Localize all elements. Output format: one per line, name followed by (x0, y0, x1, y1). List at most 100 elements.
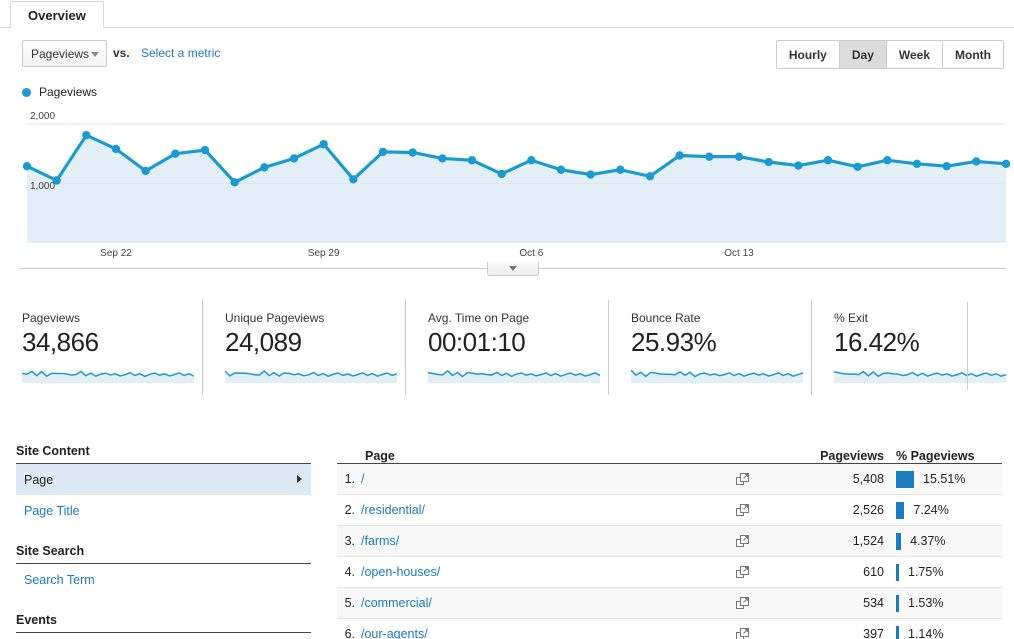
chart-data-point (794, 161, 803, 170)
select-a-metric-link[interactable]: Select a metric (141, 46, 220, 60)
open-in-new-window-icon[interactable] (736, 628, 749, 639)
pages-table: Page Pageviews % Pageviews 1. / 5,408 15.51… (337, 438, 1002, 639)
y-axis-tick-2000: 2,000 (30, 111, 56, 122)
pct-bar (896, 532, 902, 550)
pct-label: 7.24% (913, 503, 949, 517)
open-in-new-window-icon[interactable] (736, 504, 749, 517)
page-link[interactable]: /residential/ (361, 503, 425, 517)
metric-card-sparkline (834, 370, 1006, 383)
metric-card: Avg. Time on Page 00:01:10 (405, 300, 608, 395)
metric-card-label: Pageviews (22, 311, 81, 325)
metric-card: Unique Pageviews 24,089 (202, 300, 405, 395)
sidebar-item-event-category[interactable]: Event Category (16, 633, 311, 639)
row-page-cell: /commercial/ (361, 596, 788, 610)
sidebar-item-label: Page Title (24, 503, 80, 518)
row-rank: 1. (344, 472, 355, 486)
pct-label: 1.14% (908, 627, 944, 639)
open-in-new-window-icon[interactable] (736, 597, 749, 610)
x-axis-tick-label: Sep 29 (307, 248, 340, 259)
tab-bar: Overview (0, 0, 1014, 28)
table-row[interactable]: 4. /open-houses/610 1.75% (337, 557, 1002, 588)
chart-data-point (912, 159, 922, 169)
row-rank: 4. (344, 565, 355, 579)
metric-card: Bounce Rate 25.93% (608, 300, 811, 395)
table-row[interactable]: 6. /our-agents/397 1.14% (337, 619, 1002, 639)
row-page-cell: /farms/ (361, 534, 788, 548)
x-axis-tick-label: Sep 22 (100, 248, 132, 259)
chevron-down-icon (91, 52, 99, 57)
metric-cards: Pageviews 34,866 Unique Pageviews 24,089 Avg… (0, 300, 1014, 395)
metric-card-value: 16.42% (834, 327, 920, 357)
chart-data-point (556, 165, 566, 174)
table-row[interactable]: 1. / 5,408 15.51% (337, 464, 1002, 495)
pct-label: 15.51% (923, 472, 966, 486)
page-link[interactable]: /farms/ (361, 534, 399, 548)
row-page-cell: /our-agents/ (361, 627, 788, 639)
tab-overview-label: Overview (28, 7, 86, 23)
sidebar-item-page[interactable]: Page (16, 464, 311, 495)
sidebar-group-title: Site Content (16, 438, 311, 464)
chart-data-point (764, 157, 773, 167)
row-page-cell: /residential/ (361, 503, 788, 517)
page-link[interactable]: /commercial/ (361, 596, 432, 610)
granularity-hourly-button[interactable]: Hourly (776, 41, 840, 68)
chevron-right-icon (297, 475, 302, 483)
open-in-new-window-icon[interactable] (736, 535, 749, 548)
open-in-new-window-icon[interactable] (736, 473, 749, 486)
table-body: 1. / 5,408 15.51% 2. /residential/2,526 7.24% 3… (337, 464, 1002, 639)
chart-controls: Pageviews vs. Select a metric Hourly Day W… (0, 28, 1014, 79)
chart-data-point (22, 161, 32, 171)
column-header-pct-pageviews[interactable]: % Pageviews (884, 449, 1002, 463)
column-header-pageviews[interactable]: Pageviews (788, 449, 884, 463)
x-axis-tick-label: Oct 6 (519, 248, 544, 259)
granularity-day-button[interactable]: Day (839, 41, 887, 68)
page-link[interactable]: /our-agents/ (361, 627, 428, 639)
row-pct-cell: 1.75% (884, 563, 1002, 581)
pct-bar (896, 594, 899, 612)
metric-card-value: 34,866 (22, 327, 99, 357)
pct-bar (896, 625, 899, 639)
page-link[interactable]: / (361, 472, 364, 486)
row-rank: 2. (344, 503, 355, 517)
metric-card-label: % Exit (834, 311, 869, 325)
row-pageviews-cell: 2,526 (852, 503, 884, 517)
granularity-toggle-group: Hourly Day Week Month (775, 40, 1004, 69)
metric-card-sparkline (631, 369, 803, 383)
pct-label: 1.75% (908, 565, 944, 579)
tab-overview[interactable]: Overview (10, 1, 104, 28)
chart-data-point (260, 163, 269, 172)
row-pageviews-cell: 1,524 (852, 534, 884, 548)
x-axis-tick-label: Oct 13 (724, 248, 754, 259)
sidebar-item-page-title[interactable]: Page Title (16, 495, 311, 526)
metric-card-value: 00:01:10 (428, 327, 526, 357)
chart-data-point (734, 152, 744, 161)
chart-data-point (408, 148, 417, 157)
table-row[interactable]: 2. /residential/2,526 7.24% (337, 495, 1002, 526)
row-pct-cell: 4.37% (884, 532, 1002, 550)
chart-data-point (438, 154, 447, 163)
table-row[interactable]: 5. /commercial/534 1.53% (337, 588, 1002, 619)
chart-data-point (230, 178, 239, 187)
page-link[interactable]: /open-houses/ (361, 565, 440, 579)
row-pct-cell: 15.51% (884, 470, 1002, 488)
pct-bar (896, 563, 899, 581)
granularity-week-button[interactable]: Week (886, 41, 944, 68)
chart-data-point (141, 166, 150, 176)
chart-data-point (942, 161, 951, 171)
open-in-new-window-icon[interactable] (736, 566, 749, 579)
analytics-overview-page: Overview Pageviews vs. Select a metric H… (0, 0, 1014, 639)
table-row[interactable]: 3. /farms/1,524 4.37% (337, 526, 1002, 557)
pct-bar (896, 470, 914, 488)
metric-dropdown[interactable]: Pageviews (22, 40, 107, 67)
metric-card: % Exit 16.42% (811, 300, 1014, 395)
sidebar-item-search-term[interactable]: Search Term (16, 564, 311, 595)
column-header-page[interactable]: Page (337, 449, 788, 463)
chart-data-point (675, 151, 684, 160)
granularity-month-button[interactable]: Month (943, 41, 1003, 68)
metric-dropdown-label: Pageviews (31, 46, 90, 61)
metric-card-sparkline (428, 369, 600, 383)
chart-legend: Pageviews (22, 85, 97, 99)
row-pageviews-cell: 610 (863, 565, 884, 579)
chart-data-point (527, 156, 536, 165)
chart-collapse-button[interactable] (487, 262, 539, 276)
